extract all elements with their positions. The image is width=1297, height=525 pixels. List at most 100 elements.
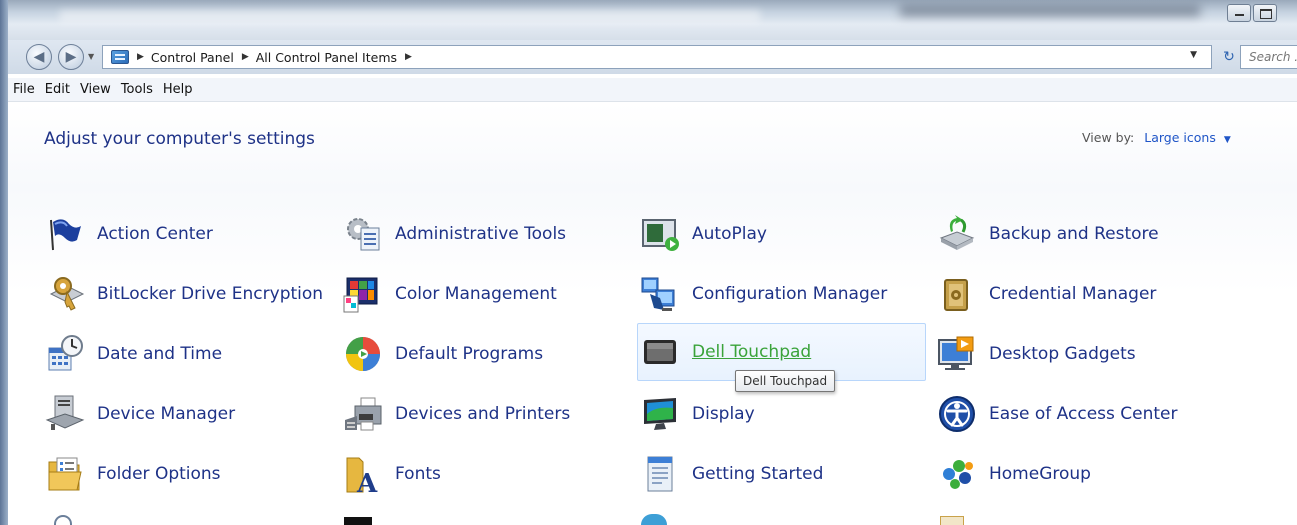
touchpad-icon xyxy=(640,332,680,372)
item-ease-of-access[interactable]: Ease of Access Center xyxy=(937,385,1178,443)
ease-of-access-icon xyxy=(937,394,977,434)
breadcrumb-separator-icon[interactable]: ▶ xyxy=(405,52,412,62)
credential-manager-icon xyxy=(937,274,977,314)
default-programs-icon xyxy=(343,334,383,374)
menu-edit[interactable]: Edit xyxy=(40,80,75,99)
partial-icon xyxy=(641,514,667,525)
color-management-icon xyxy=(343,274,383,314)
maximize-button[interactable] xyxy=(1253,4,1277,22)
item-label: Folder Options xyxy=(97,464,221,484)
device-manager-icon xyxy=(45,394,85,434)
item-label: Administrative Tools xyxy=(395,224,567,244)
item-fonts[interactable]: A Fonts xyxy=(343,445,441,503)
item-action-center[interactable]: Action Center xyxy=(45,205,213,263)
item-bitlocker[interactable]: BitLocker Drive Encryption xyxy=(45,265,323,323)
view-by-dropdown[interactable]: Large icons xyxy=(1144,130,1216,145)
item-administrative-tools[interactable]: Administrative Tools xyxy=(343,205,566,263)
menu-tools[interactable]: Tools xyxy=(116,80,158,99)
item-configuration-manager[interactable]: Configuration Manager xyxy=(640,265,887,323)
refresh-button[interactable]: ↻ xyxy=(1220,45,1238,69)
item-getting-started[interactable]: Getting Started xyxy=(640,445,823,503)
svg-text:A: A xyxy=(356,469,378,494)
search-input[interactable]: Search ... xyxy=(1240,45,1297,69)
item-label: Getting Started xyxy=(692,464,824,484)
item-label: Credential Manager xyxy=(989,284,1157,304)
address-bar[interactable]: ▶ Control Panel ▶ All Control Panel Item… xyxy=(102,45,1212,69)
breadcrumb-separator-icon[interactable]: ▶ xyxy=(242,52,249,62)
item-label: HomeGroup xyxy=(989,464,1091,484)
back-button[interactable]: ◀ xyxy=(26,44,52,70)
item-devices-and-printers[interactable]: Devices and Printers xyxy=(343,385,570,443)
item-label: Default Programs xyxy=(395,344,544,364)
item-label: Color Management xyxy=(395,284,557,304)
item-label: Configuration Manager xyxy=(692,284,888,304)
menu-bar: File Edit View Tools Help xyxy=(8,78,1297,102)
item-backup-and-restore[interactable]: Backup and Restore xyxy=(937,205,1159,263)
item-label: Ease of Access Center xyxy=(989,404,1178,424)
window-controls xyxy=(1227,4,1277,22)
admin-tools-icon xyxy=(343,214,383,254)
item-label: Desktop Gadgets xyxy=(989,344,1136,364)
item-label: Devices and Printers xyxy=(395,404,571,424)
item-display[interactable]: Display xyxy=(640,385,755,443)
getting-started-icon xyxy=(640,454,680,494)
item-label: Dell Touchpad xyxy=(692,342,812,362)
homegroup-icon xyxy=(937,454,977,494)
item-label: Date and Time xyxy=(97,344,223,364)
item-label: AutoPlay xyxy=(692,224,767,244)
item-homegroup[interactable]: HomeGroup xyxy=(937,445,1091,503)
menu-file[interactable]: File xyxy=(8,80,40,99)
view-by: View by: Large icons ▼ xyxy=(1082,130,1231,145)
printer-icon xyxy=(343,394,383,434)
breadcrumb-control-panel[interactable]: Control Panel xyxy=(151,50,234,65)
heading-row: Adjust your computer's settings View by:… xyxy=(8,103,1297,175)
item-date-and-time[interactable]: Date and Time xyxy=(45,325,222,383)
item-label: Display xyxy=(692,404,755,424)
item-folder-options[interactable]: Folder Options xyxy=(45,445,221,503)
clock-calendar-icon xyxy=(45,334,85,374)
forward-button[interactable]: ▶ xyxy=(58,44,84,70)
view-by-label: View by: xyxy=(1082,130,1135,145)
control-panel-icon xyxy=(111,50,129,64)
autoplay-icon xyxy=(640,214,680,254)
backup-icon xyxy=(937,214,977,254)
title-bar-shadow xyxy=(900,6,1200,16)
item-color-management[interactable]: Color Management xyxy=(343,265,557,323)
item-device-manager[interactable]: Device Manager xyxy=(45,385,235,443)
title-bar xyxy=(0,0,1297,40)
item-desktop-gadgets[interactable]: Desktop Gadgets xyxy=(937,325,1136,383)
partial-icon xyxy=(344,517,372,525)
breadcrumb-separator-icon[interactable]: ▶ xyxy=(137,52,144,62)
item-label: Backup and Restore xyxy=(989,224,1159,244)
minimize-button[interactable] xyxy=(1227,4,1251,22)
tooltip: Dell Touchpad xyxy=(735,370,836,392)
gadgets-icon xyxy=(937,334,977,374)
title-bar-blur xyxy=(60,10,760,22)
item-credential-manager[interactable]: Credential Manager xyxy=(937,265,1156,323)
item-label: Fonts xyxy=(395,464,441,484)
fonts-icon: A xyxy=(343,454,383,499)
item-label: Device Manager xyxy=(97,404,236,424)
address-dropdown-icon[interactable]: ▼ xyxy=(1190,50,1197,60)
item-default-programs[interactable]: Default Programs xyxy=(343,325,543,383)
recent-pages-dropdown[interactable]: ▼ xyxy=(88,52,98,62)
menu-help[interactable]: Help xyxy=(158,80,198,99)
arrow-right-icon: ▶ xyxy=(65,49,77,65)
chevron-down-icon[interactable]: ▼ xyxy=(1224,135,1231,145)
navigation-bar: ◀ ▶ ▼ ▶ Control Panel ▶ All Control Pane… xyxy=(8,40,1297,74)
folder-options-icon xyxy=(45,454,85,494)
page-title: Adjust your computer's settings xyxy=(44,129,315,149)
item-label: Action Center xyxy=(97,224,213,244)
arrow-left-icon: ◀ xyxy=(33,49,45,65)
item-autoplay[interactable]: AutoPlay xyxy=(640,205,767,263)
monitor-icon xyxy=(640,394,680,434)
partial-icon xyxy=(54,515,72,525)
bitlocker-icon xyxy=(45,274,85,314)
background-window-edge xyxy=(0,0,8,525)
breadcrumb-all-items[interactable]: All Control Panel Items xyxy=(256,50,397,65)
partial-icon xyxy=(940,516,964,525)
menu-view[interactable]: View xyxy=(75,80,116,99)
configuration-manager-icon xyxy=(640,274,680,314)
content-pane: Adjust your computer's settings View by:… xyxy=(8,103,1297,525)
flag-icon xyxy=(45,214,85,254)
